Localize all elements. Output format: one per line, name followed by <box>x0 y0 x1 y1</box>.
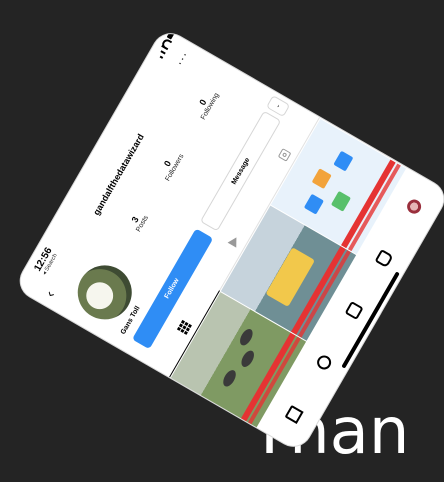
post-image-detail <box>330 190 352 212</box>
stat-posts[interactable]: 3 Posts <box>127 210 150 234</box>
post-image-detail <box>220 367 239 389</box>
reels-nav-icon[interactable] <box>344 300 364 321</box>
search-icon[interactable] <box>314 352 334 373</box>
tagged-icon <box>277 147 291 162</box>
reels-icon <box>227 234 241 248</box>
post-image-detail <box>238 348 257 370</box>
phone-screen: 12:56 ◂ Search ‹ gandalfthedatawizard ··… <box>14 27 444 453</box>
stat-followers[interactable]: 0 Followers <box>156 148 185 182</box>
profile-icon[interactable] <box>404 197 424 217</box>
stat-following[interactable]: 0 Following <box>191 87 220 121</box>
post-image-detail <box>311 168 332 190</box>
home-icon[interactable] <box>284 404 304 424</box>
post-image-detail <box>265 247 316 307</box>
battery-icon <box>166 29 176 40</box>
post-image-detail <box>303 193 324 215</box>
status-bar: 12:56 ◂ Search <box>14 28 185 300</box>
post-image-detail <box>333 150 354 172</box>
post-image-detail <box>237 326 256 348</box>
grid-icon <box>176 320 192 336</box>
shop-icon[interactable] <box>374 248 394 269</box>
